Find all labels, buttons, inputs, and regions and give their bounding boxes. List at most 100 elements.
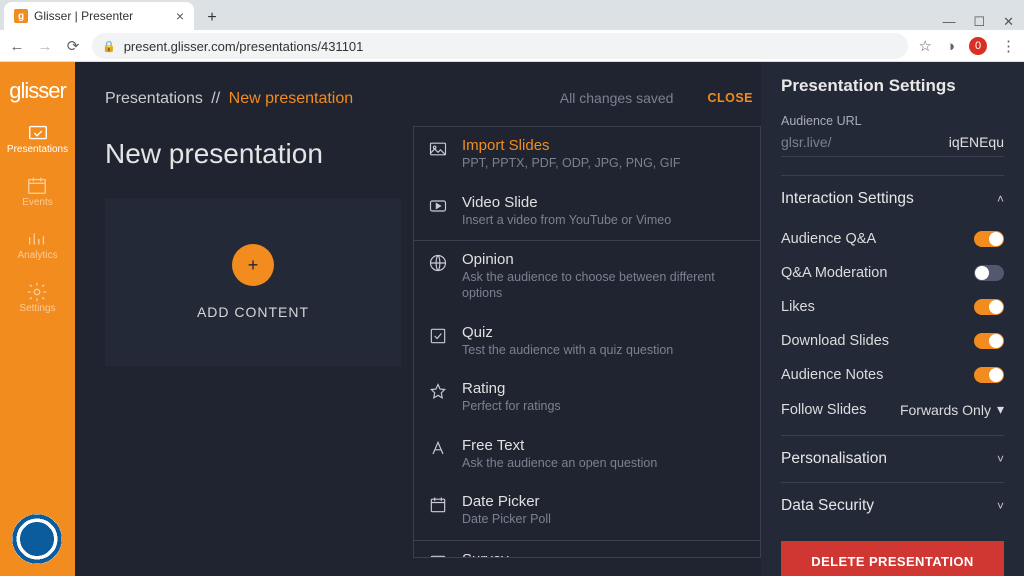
profile-icon[interactable]: ◑ <box>946 38 955 55</box>
extension-badge[interactable]: 0 <box>969 37 987 55</box>
toggle-label: Likes <box>781 299 815 315</box>
toggle-label: Audience Q&A <box>781 231 876 247</box>
tab-title: Glisser | Presenter <box>34 9 133 23</box>
save-status: All changes saved <box>560 90 674 106</box>
audience-url-label: Audience URL <box>781 114 1004 128</box>
settings-panel: Presentation Settings Audience URL glsr.… <box>761 62 1024 576</box>
toggle-switch[interactable] <box>974 265 1004 281</box>
sidebar-item-analytics[interactable]: Analytics <box>17 228 57 261</box>
add-content-card[interactable]: + ADD CONTENT <box>105 198 401 366</box>
close-button[interactable]: CLOSE <box>707 91 753 105</box>
content-import-slides[interactable]: Import SlidesPPT, PPTX, PDF, ODP, JPG, P… <box>414 127 760 184</box>
section-interaction[interactable]: Interaction Settings ˄ <box>781 175 1004 222</box>
item-desc: Ask the audience to choose between diffe… <box>462 270 746 301</box>
browser-chrome: g Glisser | Presenter × + — ☐ ✕ ← → ⟳ 🔒 … <box>0 0 1024 62</box>
item-title: Free Text <box>462 437 657 455</box>
toggle-switch[interactable] <box>974 333 1004 349</box>
chevron-down-icon: ˅ <box>997 452 1004 466</box>
content-survey[interactable]: SurveyCapture data from your attendees <box>414 541 760 558</box>
content-date-picker[interactable]: Date PickerDate Picker Poll <box>414 483 760 540</box>
lock-icon: 🔒 <box>102 40 116 53</box>
toggle-switch[interactable] <box>974 299 1004 315</box>
add-content-button[interactable]: + <box>232 244 274 286</box>
url-text: present.glisser.com/presentations/431101 <box>124 39 364 54</box>
url-input[interactable]: 🔒 present.glisser.com/presentations/4311… <box>92 33 908 59</box>
breadcrumb-separator: // <box>211 90 220 107</box>
video-icon <box>428 196 448 216</box>
item-title: Video Slide <box>462 194 671 212</box>
toggle-label: Q&A Moderation <box>781 265 887 281</box>
section-label: Data Security <box>781 497 874 515</box>
item-title: Rating <box>462 380 561 398</box>
chevron-down-icon: ▾ <box>997 401 1004 418</box>
toggle-label: Audience Notes <box>781 367 883 383</box>
follow-slides-label: Follow Slides <box>781 402 866 418</box>
content-opinion[interactable]: OpinionAsk the audience to choose betwee… <box>414 241 760 313</box>
item-title: Import Slides <box>462 137 681 155</box>
sidebar-item-label: Analytics <box>17 250 57 261</box>
item-desc: Test the audience with a quiz question <box>462 343 673 359</box>
new-tab-button[interactable]: + <box>200 6 224 30</box>
reload-icon[interactable]: ⟳ <box>64 37 82 55</box>
content-quiz[interactable]: QuizTest the audience with a quiz questi… <box>414 314 760 371</box>
star-icon[interactable]: ☆ <box>918 37 931 55</box>
sidebar-item-settings[interactable]: Settings <box>19 281 55 314</box>
image-icon <box>428 139 448 159</box>
close-icon[interactable]: × <box>176 8 184 24</box>
toggle-likes: Likes <box>781 290 1004 324</box>
item-desc: PPT, PPTX, PDF, ODP, JPG, PNG, GIF <box>462 156 681 172</box>
left-column: Presentations // New presentation New pr… <box>75 62 413 576</box>
back-icon[interactable]: ← <box>8 38 26 55</box>
forward-icon[interactable]: → <box>36 38 54 55</box>
toggle-switch[interactable] <box>974 367 1004 383</box>
gear-icon <box>26 281 48 299</box>
section-personalisation[interactable]: Personalisation ˅ <box>781 435 1004 482</box>
breadcrumb-root[interactable]: Presentations <box>105 90 203 107</box>
content-video-slide[interactable]: Video SlideInsert a video from YouTube o… <box>414 184 760 241</box>
content-free-text[interactable]: Free TextAsk the audience an open questi… <box>414 427 760 484</box>
toggle-download-slides: Download Slides <box>781 324 1004 358</box>
side-rail: glisser Presentations Events Analytics S… <box>0 62 75 576</box>
item-title: Date Picker <box>462 493 551 511</box>
breadcrumb-current: New presentation <box>229 90 354 107</box>
toggle-qa-moderation: Q&A Moderation <box>781 256 1004 290</box>
toggle-label: Download Slides <box>781 333 889 349</box>
window-controls: — ☐ ✕ <box>942 14 1024 30</box>
page-title: New presentation <box>105 138 413 170</box>
star-icon <box>428 382 448 402</box>
audience-url-field[interactable]: glsr.live/ iqENEqu <box>781 134 1004 157</box>
sidebar-item-presentations[interactable]: Presentations <box>7 122 68 155</box>
menu-icon[interactable]: ⋮ <box>1001 37 1016 55</box>
settings-title: Presentation Settings <box>781 76 1004 96</box>
sidebar-item-events[interactable]: Events <box>22 175 53 208</box>
breadcrumb: Presentations // New presentation <box>105 90 413 108</box>
presentations-icon <box>27 122 49 140</box>
sidebar-item-label: Presentations <box>7 144 68 155</box>
item-title: Quiz <box>462 324 673 342</box>
sidebar-item-label: Settings <box>19 303 55 314</box>
text-icon <box>428 439 448 459</box>
calendar-icon <box>428 495 448 515</box>
maximize-icon[interactable]: ☐ <box>973 14 985 30</box>
item-title: Opinion <box>462 251 746 269</box>
chevron-down-icon: ˅ <box>997 499 1004 513</box>
minimize-icon[interactable]: — <box>942 14 955 30</box>
content-rating[interactable]: RatingPerfect for ratings <box>414 370 760 427</box>
follow-slides-select[interactable]: Forwards Only ▾ <box>900 401 1004 418</box>
main: Presentations // New presentation New pr… <box>75 62 1024 576</box>
sidebar-item-label: Events <box>22 197 53 208</box>
globe-icon <box>428 253 448 273</box>
survey-icon <box>428 553 448 558</box>
toggle-switch[interactable] <box>974 231 1004 247</box>
section-data-security[interactable]: Data Security ˅ <box>781 482 1004 529</box>
item-title: Survey <box>462 551 649 558</box>
logo[interactable]: glisser <box>9 78 66 104</box>
chevron-up-icon: ˄ <box>997 192 1004 206</box>
section-label: Personalisation <box>781 450 887 468</box>
delete-presentation-button[interactable]: DELETE PRESENTATION <box>781 541 1004 576</box>
browser-tab[interactable]: g Glisser | Presenter × <box>4 2 194 30</box>
checkbox-icon <box>428 326 448 346</box>
window-close-icon[interactable]: ✕ <box>1003 14 1014 30</box>
toggle-audience-qa: Audience Q&A <box>781 222 1004 256</box>
avatar[interactable] <box>12 514 62 564</box>
